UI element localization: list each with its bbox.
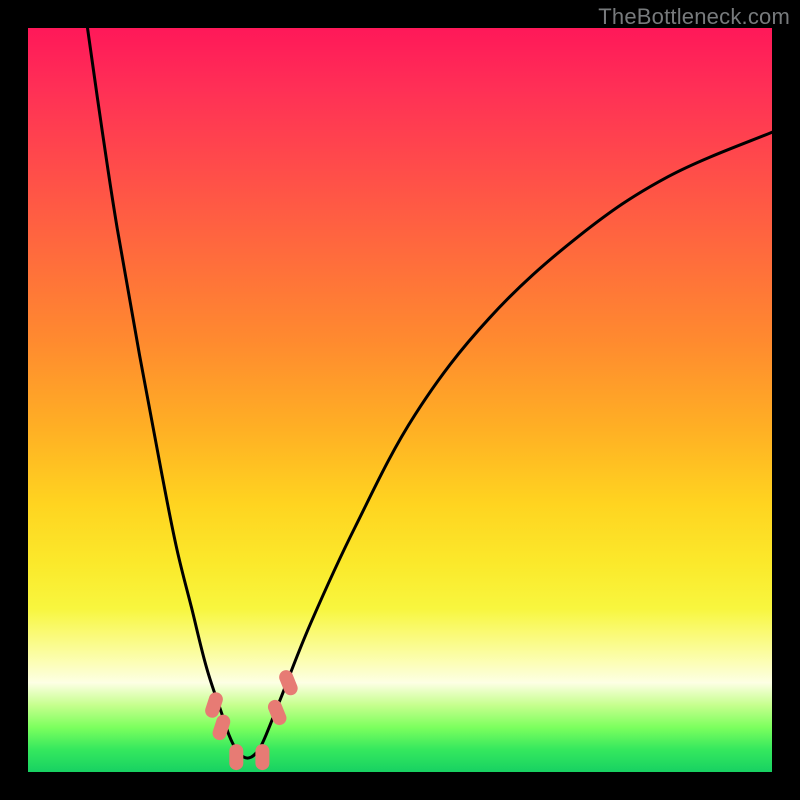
chart-frame: TheBottleneck.com: [0, 0, 800, 800]
plot-area: [28, 28, 772, 772]
marker-right-rise-2: [277, 668, 300, 697]
watermark-text: TheBottleneck.com: [598, 4, 790, 30]
curve-svg: [28, 28, 772, 772]
marker-trough-right: [255, 744, 269, 770]
marker-right-rise-1: [266, 698, 289, 727]
marker-group: [203, 668, 299, 770]
marker-trough-left: [229, 744, 243, 770]
bottleneck-curve-path: [88, 28, 773, 758]
